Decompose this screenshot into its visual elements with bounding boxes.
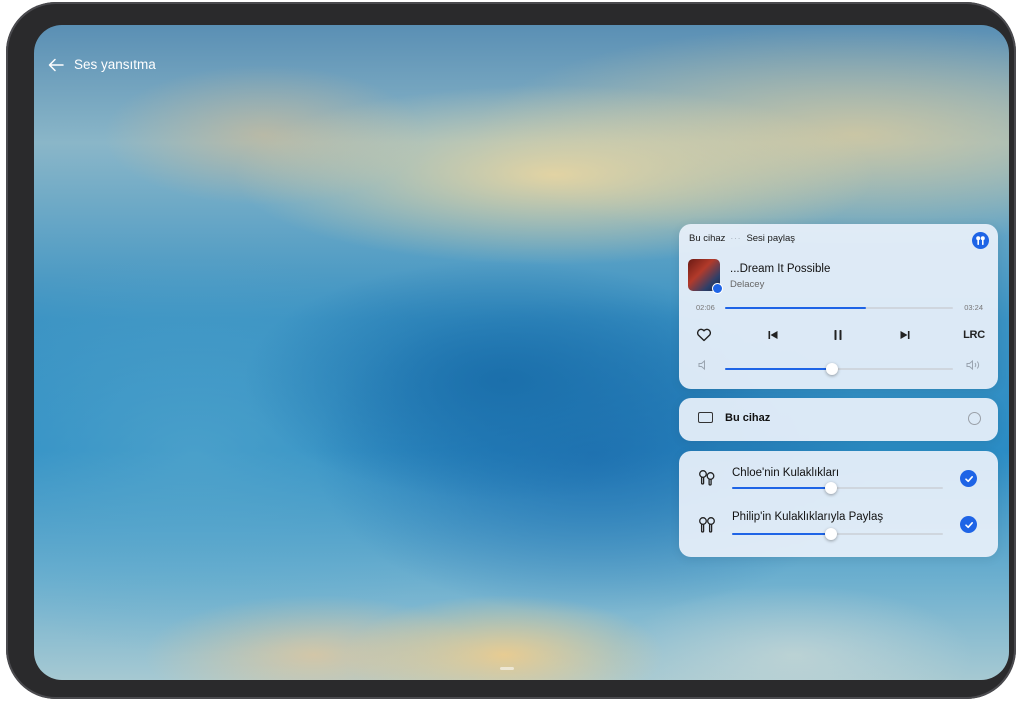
progress-slider[interactable]: [725, 307, 953, 309]
screen: Ses yansıtma Bu cihaz ··· Sesi paylaş ..…: [34, 25, 1009, 680]
song-artist: Delacey: [730, 279, 765, 290]
arrow-left-icon[interactable]: [48, 58, 64, 72]
skip-previous-icon[interactable]: [765, 327, 781, 343]
music-app-badge-icon: [712, 283, 723, 294]
headphone-volume-thumb[interactable]: [825, 528, 837, 540]
check-icon: [964, 521, 973, 528]
share-audio-label: Sesi paylaş: [746, 233, 796, 244]
headphone-volume-fill: [732, 487, 831, 489]
elapsed-time: 02:06: [696, 303, 715, 312]
progress-fill: [725, 307, 866, 309]
headphones-list-card: Chloe'nin Kulaklıkları Philip'in Kulaklı…: [679, 451, 998, 557]
total-time: 03:24: [964, 303, 983, 312]
check-icon: [964, 475, 973, 482]
page-title: Ses yansıtma: [74, 57, 156, 72]
this-device-radio[interactable]: [968, 412, 981, 425]
tablet-frame: Ses yansıtma Bu cihaz ··· Sesi paylaş ..…: [6, 2, 1016, 699]
headphone-volume-slider[interactable]: [732, 528, 943, 540]
tablet-icon: [698, 412, 713, 423]
volume-slider[interactable]: [725, 363, 953, 375]
pause-icon[interactable]: [830, 327, 846, 343]
route-connector: ···: [730, 234, 742, 243]
earbuds-icon: [699, 470, 715, 486]
this-device-label: Bu cihaz: [725, 412, 771, 424]
headphone-selected-check[interactable]: [960, 470, 977, 487]
album-art[interactable]: [688, 259, 723, 294]
volume-low-icon: [698, 359, 705, 371]
headphone-volume-thumb[interactable]: [825, 482, 837, 494]
headphone-volume-fill: [732, 533, 831, 535]
source-device-label: Bu cihaz: [689, 233, 726, 244]
headphone-selected-check[interactable]: [960, 516, 977, 533]
skip-next-icon[interactable]: [897, 327, 913, 343]
headphones-share-icon: [976, 236, 985, 245]
output-route: Bu cihaz ··· Sesi paylaş: [689, 233, 795, 244]
lyrics-button[interactable]: LRC: [962, 327, 986, 343]
volume-high-icon: [966, 359, 980, 371]
volume-fill: [725, 368, 832, 370]
headphone-volume-slider[interactable]: [732, 482, 943, 494]
this-device-option[interactable]: Bu cihaz: [679, 398, 998, 441]
heart-icon[interactable]: [696, 327, 712, 343]
headphone-name: Chloe'nin Kulaklıkları: [732, 467, 840, 479]
earbuds-icon: [699, 517, 715, 533]
headphone-name: Philip'in Kulaklıklarıyla Paylaş: [732, 511, 884, 523]
home-indicator[interactable]: [500, 667, 514, 670]
top-bar: Ses yansıtma: [48, 57, 156, 72]
song-title: ...Dream It Possible: [730, 263, 831, 275]
volume-slider-thumb[interactable]: [826, 363, 838, 375]
share-audio-button[interactable]: [972, 232, 989, 249]
now-playing-card: Bu cihaz ··· Sesi paylaş ...Dream It Pos…: [679, 224, 998, 389]
